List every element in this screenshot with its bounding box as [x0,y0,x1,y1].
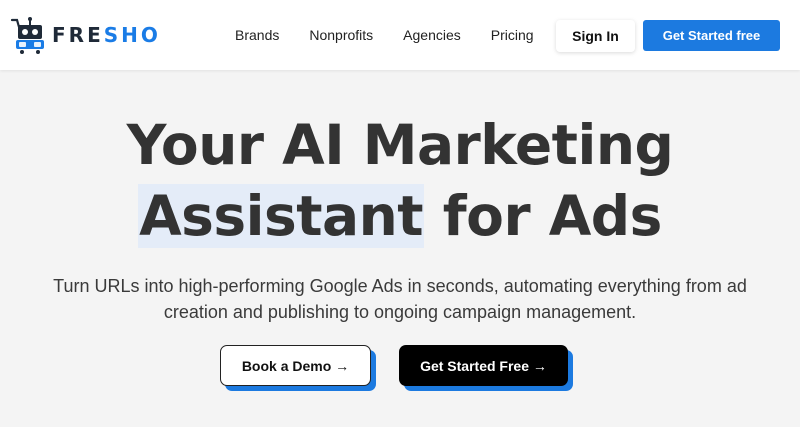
hero-title-highlight: Assistant [138,184,425,248]
hero-subtitle: Turn URLs into high-performing Google Ad… [53,276,747,322]
brand-name-part2: SHO [103,23,161,47]
sign-in-button[interactable]: Sign In [556,20,635,52]
nav-link-agencies[interactable]: Agencies [403,26,461,44]
get-started-nav-button[interactable]: Get Started free [643,20,780,51]
brand-name: FRESHO [52,23,161,47]
book-demo-wrapper: Book a Demo → [220,345,376,391]
top-navbar: FRESHO Brands Nonprofits Agencies Pricin… [0,0,800,70]
nav-link-pricing[interactable]: Pricing [491,26,534,44]
hero-title-line2: Assistant for Ads [0,181,800,252]
nav-link-nonprofits[interactable]: Nonprofits [309,26,373,44]
brand-name-part1: FRE [52,23,104,47]
brand-logo[interactable]: FRESHO [10,16,161,54]
book-demo-button[interactable]: Book a Demo → [220,345,371,386]
hero-title-line1: Your AI Marketing [126,113,674,177]
hero-title-line2-rest: for Ads [424,184,663,248]
main-nav: Brands Nonprofits Agencies Pricing [235,26,564,44]
nav-link-brands[interactable]: Brands [235,26,279,44]
get-started-hero-wrapper: Get Started Free → [399,345,573,391]
hero-title: Your AI Marketing Assistant for Ads [0,110,800,252]
get-started-hero-button[interactable]: Get Started Free → [399,345,568,386]
robot-cart-icon [10,16,44,54]
